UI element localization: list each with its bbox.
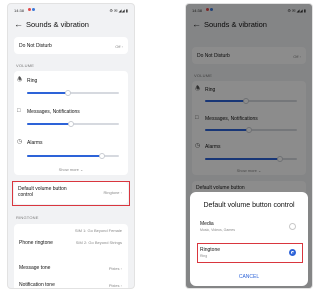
clock-icon: ◷ [17, 139, 23, 145]
slider-thumb [68, 121, 74, 127]
settings-screen-left: 14:38 ⚙ ✉ ◢◢ ▮ ← Sounds & vibration Do N… [7, 3, 135, 289]
status-bar: 14:38 ⚙ ✉ ◢◢ ▮ [8, 4, 134, 16]
notification-tone-label[interactable]: Notification tone [19, 282, 55, 288]
ringtone-section-header: RINGTONE [16, 215, 39, 220]
dnd-row[interactable]: Do Not Disturb Off › [14, 37, 128, 54]
ringtone-card [14, 224, 128, 288]
alarms-label: Alarms [27, 140, 43, 146]
settings-screen-right: 14:38 ⚙ ✉ ◢◢ ▮ ← Sounds & vibration Do N… [185, 3, 313, 289]
bell-icon: 🕭 [17, 77, 23, 83]
sim2-ringtone[interactable]: SIM 2: Go Beyond Strings [72, 240, 122, 245]
messages-slider[interactable] [27, 121, 119, 127]
message-icon: □ [17, 108, 21, 114]
dnd-value: Off › [115, 43, 123, 49]
page-title: Sounds & vibration [26, 20, 89, 29]
slider-thumb [99, 153, 105, 159]
status-icons: ⚙ ✉ ◢◢ ▮ [109, 8, 128, 13]
option-media-label[interactable]: Media [200, 221, 214, 227]
message-tone-label[interactable]: Message tone [19, 265, 50, 271]
ring-slider[interactable] [27, 90, 119, 96]
message-tone-value: Pixies › [108, 265, 122, 271]
highlight-box [12, 181, 130, 206]
highlight-box [197, 243, 303, 263]
alarms-slider[interactable] [27, 153, 119, 159]
notification-dots-icon [28, 8, 35, 12]
option-media-sub: Music, Videos, Games [200, 228, 235, 232]
slider-thumb [65, 90, 71, 96]
dnd-label: Do Not Disturb [19, 43, 52, 49]
chevron-right-icon: › [121, 43, 123, 49]
cancel-button[interactable]: CANCEL [190, 274, 308, 280]
dialog-title: Default volume button control [203, 202, 295, 209]
media-radio[interactable] [289, 223, 296, 230]
arrow-left-icon[interactable]: ← [14, 18, 23, 30]
page-header: ← Sounds & vibration [8, 17, 134, 33]
sim1-ringtone[interactable]: SIM 1: Go Beyond Female [72, 228, 122, 233]
volume-section-header: VOLUME [16, 63, 35, 68]
chevron-down-icon: ⌄ [80, 167, 84, 172]
ring-label: Ring [27, 78, 38, 84]
chevron-right-icon: › [120, 282, 122, 288]
volume-control-dialog: Default volume button control Media Musi… [190, 192, 308, 286]
show-more-link[interactable]: Show more ⌄ [8, 167, 134, 172]
phone-ringtone-label[interactable]: Phone ringtone [19, 240, 53, 246]
notification-tone-value: Pixies › [108, 282, 122, 288]
chevron-right-icon: › [120, 265, 122, 271]
messages-notifications-label: Messages, Notifications [27, 109, 80, 115]
status-time: 14:38 [14, 8, 25, 13]
